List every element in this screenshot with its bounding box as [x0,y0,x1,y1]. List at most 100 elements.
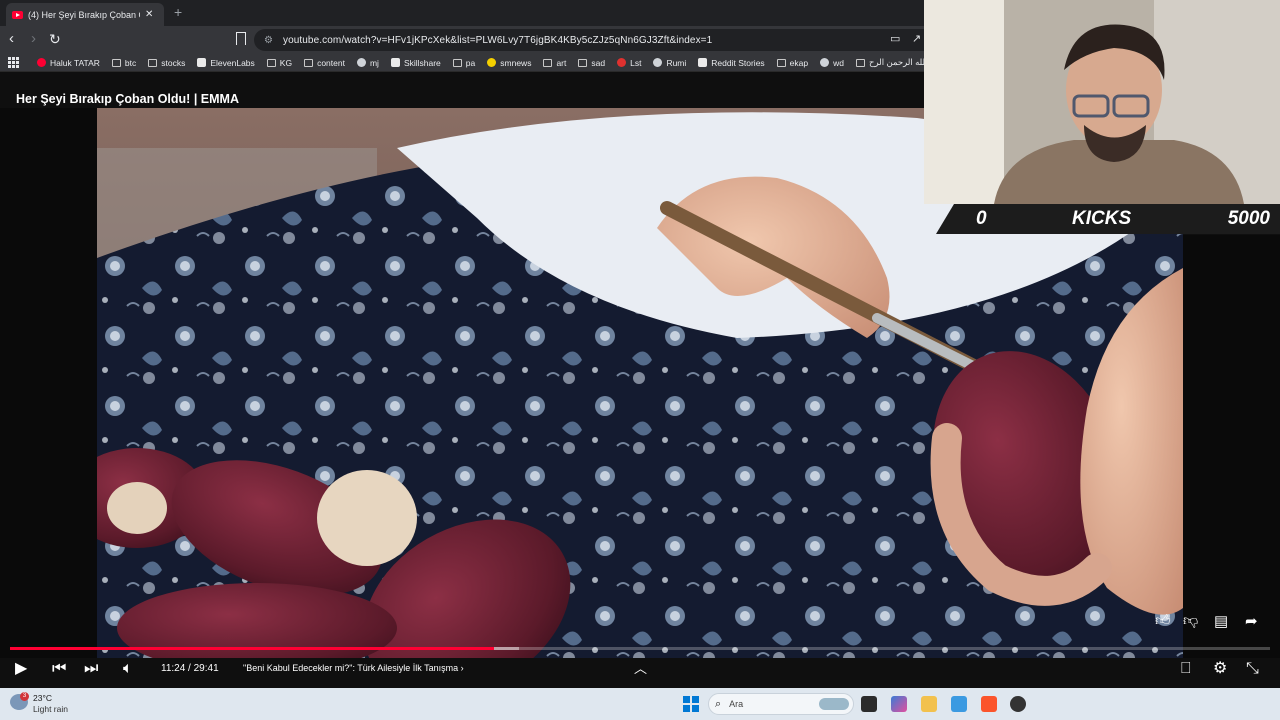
kicks-current: 0 [976,208,987,229]
comments-icon[interactable]: ▤ [1214,612,1228,630]
cast-icon[interactable]: ▭ [890,32,900,45]
exit-fullscreen-icon[interactable]: ⤡ [1246,660,1259,678]
forward-icon[interactable]: › [31,31,36,47]
bookmark-label: ekap [789,57,809,68]
windows-start-icon[interactable] [683,696,699,712]
copilot-icon[interactable] [891,696,907,712]
bookmark-item[interactable]: Haluk TATAR [37,58,100,68]
bookmark-label: KG [279,57,293,68]
letterbox-right [1183,235,1280,658]
bookmark-item[interactable]: content [304,58,345,68]
site-info-icon[interactable]: ⚙ [264,35,273,46]
share-arrow-icon[interactable]: ➦ [1245,612,1258,630]
time-display: 11:24 / 29:41 [161,663,219,674]
bookmark-item[interactable]: KG [266,57,293,68]
bookmark-item[interactable]: Lst [617,58,641,68]
bookmark-item[interactable]: ekap [776,57,809,68]
folder-icon [111,58,121,67]
back-icon[interactable]: ‹ [9,31,14,47]
bookmark-item[interactable]: Rumi [653,58,686,68]
dislike-icon[interactable]: 👎︎ [1183,612,1198,630]
play-icon[interactable]: ▶ [15,660,27,678]
bookmark-item[interactable]: stocks [148,58,185,68]
notification-badge: 3 [20,692,29,701]
skillshare-icon [390,58,400,67]
folder-icon [148,58,158,67]
bookmark-label: btc [124,57,137,68]
chapter-title[interactable]: "Beni Kabul Edecekler mi?": Türk Ailesiy… [243,663,464,673]
bookmark-icon[interactable] [236,32,246,45]
elevenlabs-icon [197,58,207,67]
page-icon [855,58,865,67]
volume-icon[interactable]: 🔈︎ [123,660,133,678]
bookmark-item[interactable]: ElevenLabs [197,57,255,68]
youtube-favicon-icon [12,10,23,19]
progress-bar[interactable] [10,647,1270,650]
share-icon[interactable]: ↗ [912,32,921,45]
browser-tab[interactable]: (4) Her Şeyi Bırakıp Çoban Ol ✕ [6,3,164,26]
bookmark-label: Reddit Stories [711,57,765,68]
screen: (4) Her Şeyi Bırakıp Çoban Ol ✕ + ‹ › ↻ … [0,0,1280,720]
bookmark-label: smnews [500,57,532,68]
chrome-icon[interactable] [1010,696,1026,712]
bookmark-item[interactable]: Skillshare [390,57,441,68]
weather-description: Light rain [33,704,68,714]
expand-up-icon[interactable]: ︿ [634,660,647,678]
search-placeholder: Ara [729,699,744,709]
tab-close-icon[interactable]: ✕ [145,9,153,20]
tab-bar: (4) Her Şeyi Bırakıp Çoban Ol ✕ + [0,0,924,26]
next-icon[interactable]: ⏭ [84,660,98,678]
reload-icon[interactable]: ↻ [49,31,61,47]
like-icon[interactable]: 👍︎ [1155,612,1171,630]
github-icon [356,58,366,67]
bookmark-label: Haluk TATAR [50,57,100,68]
folder-icon [543,58,553,67]
bookmark-label: Rumi [666,57,687,68]
bookmark-item[interactable]: Reddit Stories [698,57,765,68]
weather-temperature: 23°C [33,693,52,703]
bookmark-label: Lst [630,57,642,68]
new-tab-button[interactable]: + [174,4,182,20]
bookmark-item[interactable]: pa [452,58,475,68]
bookmark-label: ElevenLabs [210,57,255,68]
bookmark-item[interactable]: art [543,58,566,68]
bookmark-label: stocks [161,57,186,68]
bookmark-label: الله الرحمن الرح... [868,57,924,67]
browser-toolbar: ‹ › ↻ ⚙ youtube.com/watch?v=HFv1jKPcXek&… [0,26,924,54]
bookmark-item[interactable]: الله الرحمن الرح... [855,57,924,68]
folder-icon [452,58,462,67]
progress-played [10,647,494,650]
smile-icon [487,58,497,67]
bookmark-item[interactable]: mj [356,58,379,68]
progress-buffered [493,647,520,650]
file-explorer-icon[interactable] [921,696,937,712]
task-view-icon[interactable] [861,696,877,712]
bookmark-item[interactable]: wd [820,58,844,68]
bookmark-item[interactable]: btc [111,57,137,68]
taskbar [0,688,1280,720]
address-bar[interactable]: ⚙ youtube.com/watch?v=HFv1jKPcXek&list=P… [254,29,924,51]
taskbar-search[interactable]: ⌕ Ara [708,693,854,715]
bookmark-item[interactable]: sad [578,58,605,68]
kicks-label: KICKS [1072,208,1132,229]
previous-icon[interactable]: ⏮ [52,660,66,678]
chapter-chevron-icon: › [460,663,464,673]
slash-icon [578,58,588,67]
bookmark-label: Skillshare [403,57,441,68]
search-icon: ⌕ [715,697,722,710]
kicks-counter: 0 KICKS 5000 [936,204,1280,234]
folder-icon [304,58,314,67]
snipping-tool-icon[interactable] [951,696,967,712]
bird-icon [776,58,786,67]
bookmark-label: content [317,57,345,68]
apps-grid-icon[interactable] [8,56,19,69]
bookmark-label: sad [591,57,606,68]
folder-icon [266,58,276,67]
page-background [0,72,924,88]
bookmark-item[interactable]: smnews [487,58,531,68]
subtitles-icon[interactable]: ⎕ [1181,660,1191,678]
settings-gear-icon[interactable]: ⚙ [1213,660,1227,678]
d-icon [698,58,708,67]
brave-browser-icon[interactable] [981,696,997,712]
s-icon [617,58,627,67]
